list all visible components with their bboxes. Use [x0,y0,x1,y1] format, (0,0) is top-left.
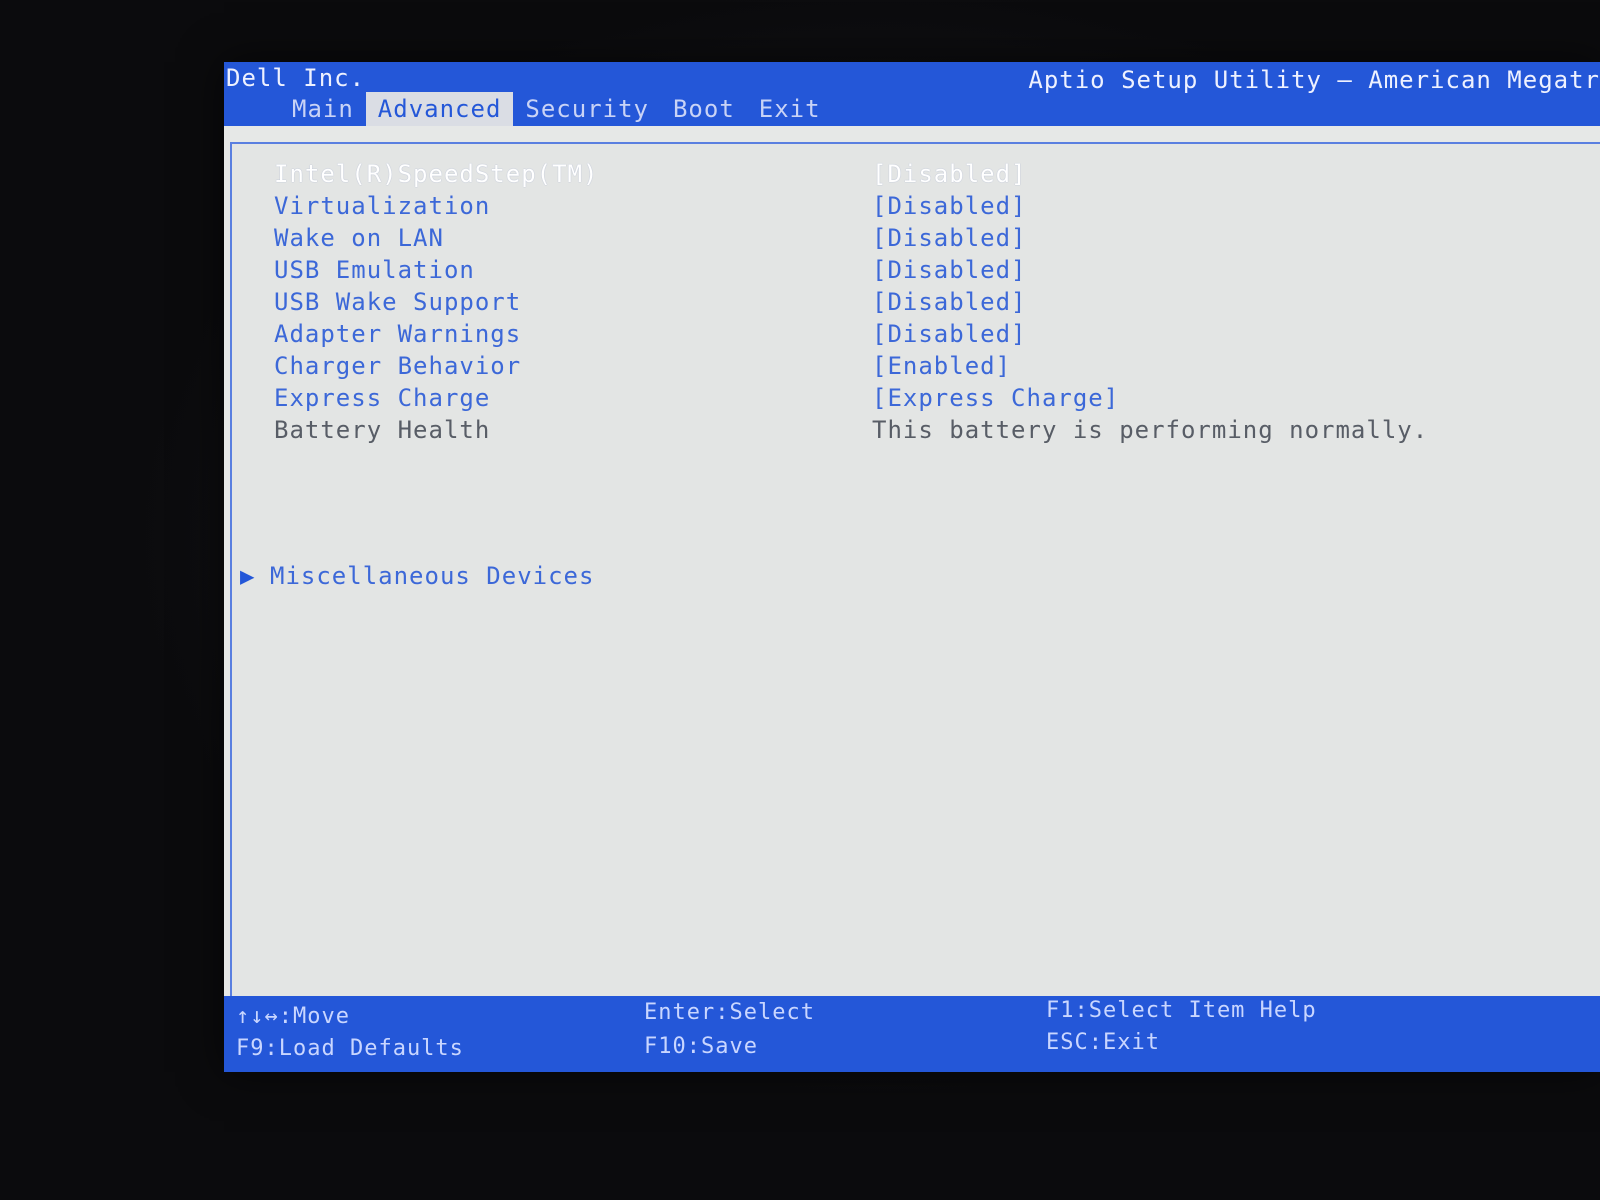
submenu-miscellaneous-devices[interactable]: ▶ Miscellaneous Devices [240,562,594,590]
setting-charger-behavior[interactable]: Charger Behavior [Enabled] [274,352,1574,384]
tab-main[interactable]: Main [280,92,366,126]
utility-title: Aptio Setup Utility – American Megatr [1028,66,1600,94]
setting-value[interactable]: [Disabled] [872,320,1027,348]
hint-save: F10:Save [644,1034,758,1059]
footer-hint-bar: ↑↓↔:Move F9:Load Defaults Enter:Select F… [224,996,1600,1072]
setting-battery-health: Battery Health This battery is performin… [274,416,1574,448]
setting-value[interactable]: [Disabled] [872,256,1027,284]
setting-value[interactable]: [Enabled] [872,352,1011,380]
battery-status-text: This battery is performing normally. [872,416,1429,444]
setting-express-charge[interactable]: Express Charge [Express Charge] [274,384,1574,416]
setting-usb-wake-support[interactable]: USB Wake Support [Disabled] [274,288,1574,320]
setting-label: Battery Health [274,416,491,444]
setting-value[interactable]: [Disabled] [872,192,1027,220]
setting-speedstep[interactable]: Intel(R)SpeedStep(TM) [Disabled] [274,160,1574,192]
tab-bar: Main Advanced Security Boot Exit [280,92,833,126]
hint-enter-select: Enter:Select [644,1000,815,1025]
setting-label: Express Charge [274,384,491,412]
submenu-arrow-icon: ▶ [240,562,256,590]
submenu-label: Miscellaneous Devices [270,562,595,590]
setting-label: Intel(R)SpeedStep(TM) [274,160,599,188]
setting-wake-on-lan[interactable]: Wake on LAN [Disabled] [274,224,1574,256]
setting-usb-emulation[interactable]: USB Emulation [Disabled] [274,256,1574,288]
hint-exit: ESC:Exit [1046,1030,1160,1055]
setting-value[interactable]: [Disabled] [872,288,1027,316]
tab-boot[interactable]: Boot [661,92,747,126]
header-bar: Dell Inc. Aptio Setup Utility – American… [224,62,1600,126]
hint-item-help: F1:Select Item Help [1046,998,1317,1023]
settings-list: Intel(R)SpeedStep(TM) [Disabled] Virtual… [274,160,1574,448]
setting-value[interactable]: [Disabled] [872,224,1027,252]
hint-load-defaults: F9:Load Defaults [236,1036,464,1061]
setting-label: Virtualization [274,192,491,220]
tab-exit[interactable]: Exit [747,92,833,126]
tab-security[interactable]: Security [513,92,661,126]
setting-label: USB Emulation [274,256,475,284]
vendor-name: Dell Inc. [226,64,366,92]
setting-label: USB Wake Support [274,288,522,316]
tab-advanced[interactable]: Advanced [365,92,514,126]
setting-label: Charger Behavior [274,352,522,380]
hint-move: ↑↓↔:Move [236,1004,350,1029]
settings-panel: Intel(R)SpeedStep(TM) [Disabled] Virtual… [230,142,1600,1048]
setting-label: Adapter Warnings [274,320,522,348]
setting-value[interactable]: [Disabled] [872,160,1027,188]
setting-virtualization[interactable]: Virtualization [Disabled] [274,192,1574,224]
bios-screen: Dell Inc. Aptio Setup Utility – American… [224,62,1600,1072]
setting-label: Wake on LAN [274,224,444,252]
setting-value[interactable]: [Express Charge] [872,384,1119,412]
setting-adapter-warnings[interactable]: Adapter Warnings [Disabled] [274,320,1574,352]
